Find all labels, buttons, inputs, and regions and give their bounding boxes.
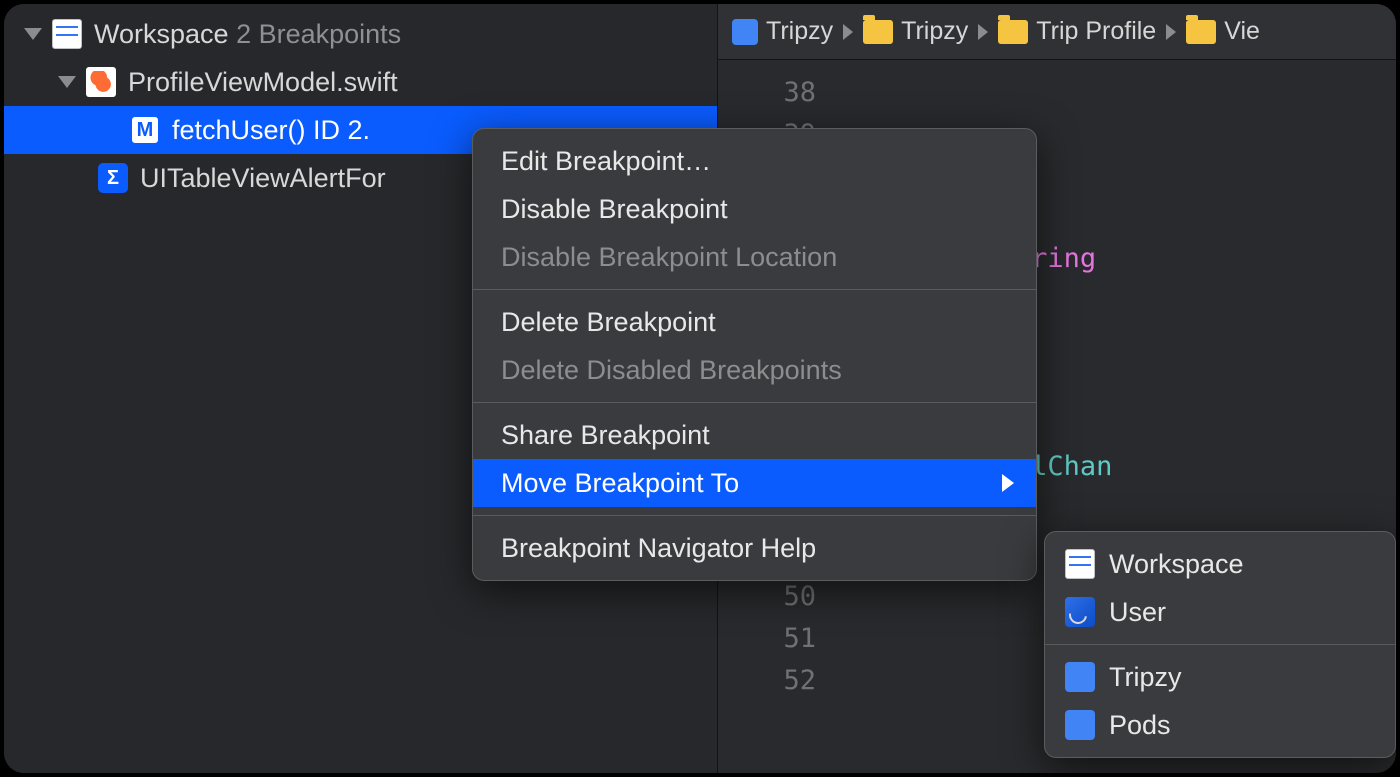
menu-disable-breakpoint[interactable]: Disable Breakpoint <box>473 185 1036 233</box>
submenu-pods[interactable]: Pods <box>1045 701 1395 749</box>
menu-breakpoint-navigator-help[interactable]: Breakpoint Navigator Help <box>473 524 1036 572</box>
navigator-file[interactable]: ProfileViewModel.swift <box>4 58 717 106</box>
menu-share-breakpoint[interactable]: Share Breakpoint <box>473 411 1036 459</box>
menu-delete-breakpoint[interactable]: Delete Breakpoint <box>473 298 1036 346</box>
menu-separator <box>473 402 1036 403</box>
project-icon <box>732 19 758 45</box>
chevron-icon <box>978 24 988 40</box>
breakpoint-context-menu: Edit Breakpoint… Disable Breakpoint Disa… <box>472 128 1037 581</box>
swift-file-icon <box>86 67 116 97</box>
menu-separator <box>1045 644 1395 645</box>
navigator-root[interactable]: Workspace 2 Breakpoints <box>4 10 717 58</box>
disclosure-icon[interactable] <box>58 76 76 88</box>
move-breakpoint-submenu: Workspace User Tripzy Pods <box>1044 531 1396 758</box>
submenu-workspace[interactable]: Workspace <box>1045 540 1395 588</box>
crumb-folder-1[interactable]: Tripzy <box>863 17 968 46</box>
disclosure-icon[interactable] <box>24 28 42 40</box>
menu-disable-breakpoint-location: Disable Breakpoint Location <box>473 233 1036 281</box>
submenu-tripzy[interactable]: Tripzy <box>1045 653 1395 701</box>
menu-move-breakpoint-to[interactable]: Move Breakpoint To <box>473 459 1036 507</box>
chevron-icon <box>843 24 853 40</box>
project-icon <box>1065 710 1095 740</box>
folder-icon <box>1186 20 1216 44</box>
workspace-icon <box>1065 549 1095 579</box>
menu-edit-breakpoint[interactable]: Edit Breakpoint… <box>473 137 1036 185</box>
file-label: ProfileViewModel.swift <box>128 67 398 98</box>
breakpoint-count: 2 Breakpoints <box>236 19 401 50</box>
breakpoint-label: fetchUser() ID 2. <box>172 115 370 146</box>
project-icon <box>1065 662 1095 692</box>
chevron-icon <box>1166 24 1176 40</box>
folder-icon <box>998 20 1028 44</box>
workspace-label: Workspace <box>94 19 229 50</box>
user-icon <box>1065 597 1095 627</box>
menu-separator <box>473 515 1036 516</box>
folder-icon <box>863 20 893 44</box>
symbolic-breakpoint-icon: Σ <box>98 163 128 193</box>
workspace-icon <box>52 19 82 49</box>
crumb-folder-3[interactable]: Vie <box>1186 17 1260 46</box>
crumb-folder-2[interactable]: Trip Profile <box>998 17 1156 46</box>
menu-delete-disabled-breakpoints: Delete Disabled Breakpoints <box>473 346 1036 394</box>
menu-separator <box>473 289 1036 290</box>
breadcrumb-bar[interactable]: Tripzy Tripzy Trip Profile Vie <box>718 4 1396 60</box>
submenu-arrow-icon <box>1002 474 1014 492</box>
breakpoint-label: UITableViewAlertFor <box>140 163 386 194</box>
crumb-project[interactable]: Tripzy <box>732 17 833 46</box>
method-icon: M <box>130 115 160 145</box>
submenu-user[interactable]: User <box>1045 588 1395 636</box>
